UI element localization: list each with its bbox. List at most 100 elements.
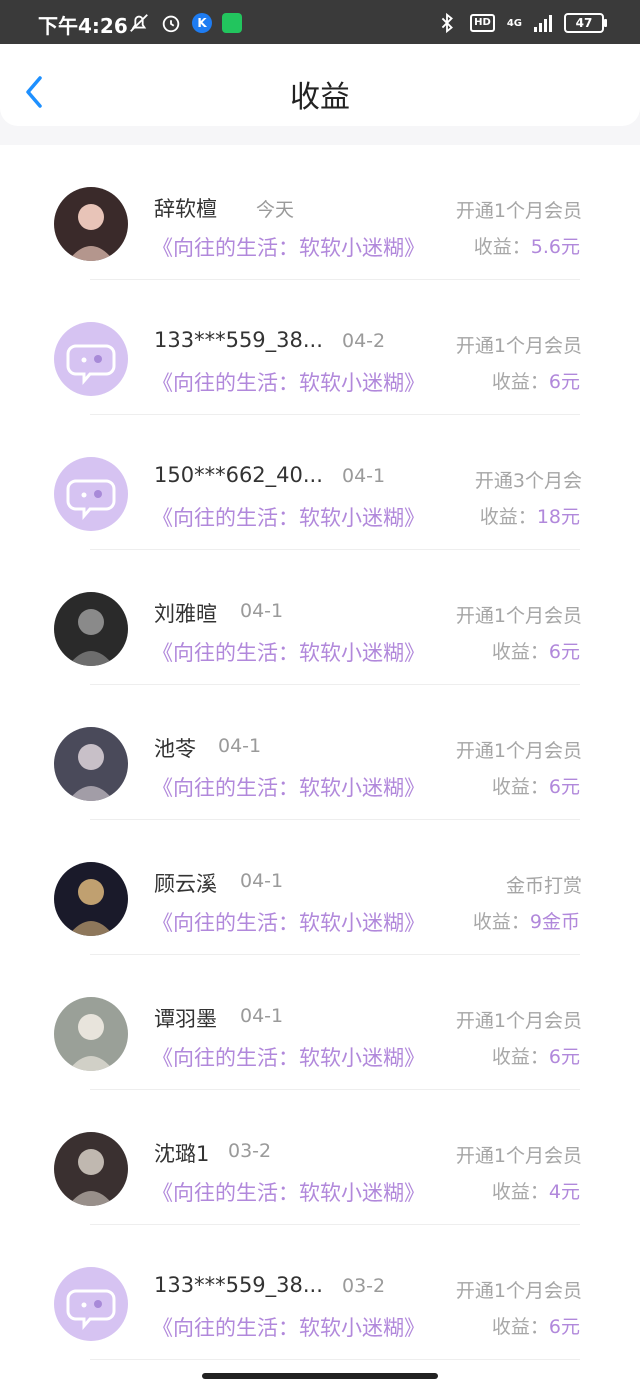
earning-amount: 18元 <box>536 506 580 528</box>
record-date: 04-1 <box>240 870 284 892</box>
earnings-list: 辞软檀 今天 《向往的生活：软软小迷糊》 开通1个月会员 收益：5.6元 133***55… <box>0 145 640 1387</box>
list-item[interactable]: 刘雅暄 04-1 《向往的生活：软软小迷糊》 开通1个月会员收益：6元 <box>0 550 640 685</box>
user-name: 刘雅暄 <box>154 602 217 626</box>
earning-amount-line: 收益：9金币 <box>473 907 580 934</box>
earning-type: 开通1个月会员 <box>455 605 582 627</box>
avatar[interactable] <box>54 592 128 666</box>
book-title: 《向往的生活：软软小迷糊》 <box>152 1046 425 1070</box>
earning-label: 收益： <box>491 776 549 798</box>
k-app-icon: K <box>192 13 212 33</box>
user-name: 150***662_40... <box>154 463 323 487</box>
network-type: 4G <box>506 17 522 29</box>
avatar[interactable] <box>54 1132 128 1206</box>
user-photo <box>54 187 128 261</box>
home-indicator <box>202 1373 438 1379</box>
earning-amount: 6元 <box>548 776 580 798</box>
earning-amount-line: 收益：18元 <box>480 502 580 529</box>
record-date: 03-2 <box>228 1140 272 1162</box>
earning-type: 开通1个月会员 <box>455 200 582 222</box>
battery-icon: 47 <box>564 13 607 33</box>
earning-amount-line: 收益：6元 <box>492 1312 580 1339</box>
earning-label: 收益： <box>473 236 531 258</box>
list-item[interactable]: 辞软檀 今天 《向往的生活：软软小迷糊》 开通1个月会员 收益：5.6元 <box>0 145 640 280</box>
chat-bubble-icon <box>66 344 116 386</box>
avatar[interactable] <box>54 997 128 1071</box>
user-name: 谭羽墨 <box>154 1007 217 1031</box>
status-bar: 下午4:26 K HD 4G 47 <box>0 0 640 44</box>
list-item[interactable]: 150***662_40... 04-1 《向往的生活：软软小迷糊》 开通3个月会收益… <box>0 415 640 550</box>
user-photo <box>54 862 128 936</box>
divider <box>90 1359 580 1360</box>
mute-icon <box>130 14 148 32</box>
record-date: 04-2 <box>342 330 386 352</box>
page-title: 收益 <box>290 80 350 115</box>
list-item[interactable]: 133***559_38... 03-2 《向往的生活：软软小迷糊》 开通1个月会员收… <box>0 1225 640 1360</box>
earning-amount-line: 收益：4元 <box>492 1177 580 1204</box>
avatar[interactable] <box>54 1267 128 1341</box>
earning-amount-line: 收益：6元 <box>492 637 580 664</box>
bluetooth-icon <box>441 12 454 34</box>
earning-type: 开通1个月会员 <box>455 335 582 357</box>
earning-type: 开通1个月会员 <box>455 1010 582 1032</box>
earning-amount-line: 收益：6元 <box>492 772 580 799</box>
user-name: 池苓 <box>154 737 196 761</box>
status-time: 下午4:26 <box>38 14 128 38</box>
chat-bubble-icon <box>66 479 116 521</box>
user-name: 辞软檀 <box>154 197 217 221</box>
earning-type: 金币打赏 <box>505 875 582 897</box>
avatar[interactable] <box>54 862 128 936</box>
list-item[interactable]: 池苓 04-1 《向往的生活：软软小迷糊》 开通1个月会员 收益：6元 <box>0 685 640 820</box>
earning-amount-line: 收益：5.6元 <box>474 232 580 259</box>
earning-label: 收益： <box>472 911 530 933</box>
earning-label: 收益： <box>479 506 537 528</box>
user-photo <box>54 997 128 1071</box>
book-title: 《向往的生活：软软小迷糊》 <box>152 371 425 395</box>
list-item[interactable]: 133***559_38... 04-2 《向往的生活：软软小迷糊》 开通1个月会员收… <box>0 280 640 415</box>
earning-type: 开通3个月会 <box>474 470 582 492</box>
avatar[interactable] <box>54 322 128 396</box>
record-date: 04-1 <box>218 735 262 757</box>
record-date: 今天 <box>256 199 295 221</box>
list-item[interactable]: 谭羽墨 04-1 《向往的生活：软软小迷糊》 开通1个月会员 收益：6元 <box>0 955 640 1090</box>
record-date: 04-1 <box>240 1005 284 1027</box>
earning-amount: 5.6元 <box>530 236 580 258</box>
status-system-icons: HD 4G 47 <box>436 12 607 34</box>
earning-amount-line: 收益：6元 <box>492 1042 580 1069</box>
list-item[interactable]: 沈璐1 03-2 《向往的生活：软软小迷糊》 开通1个月会员 收益：4元 <box>0 1090 640 1225</box>
earning-label: 收益： <box>491 1046 549 1068</box>
record-date: 04-1 <box>240 600 284 622</box>
hd-icon: HD <box>470 14 495 32</box>
book-title: 《向往的生活：软软小迷糊》 <box>152 506 425 530</box>
earning-amount: 6元 <box>548 1046 580 1068</box>
chat-bubble-icon <box>66 1289 116 1331</box>
earning-amount: 9金币 <box>529 911 580 933</box>
earning-label: 收益： <box>491 1316 549 1338</box>
book-title: 《向往的生活：软软小迷糊》 <box>152 1316 425 1340</box>
user-name: 沈璐1 <box>154 1142 210 1166</box>
book-title: 《向往的生活：软软小迷糊》 <box>152 1181 425 1205</box>
alarm-icon <box>162 15 180 33</box>
earning-amount-line: 收益：6元 <box>492 367 580 394</box>
book-title: 《向往的生活：软软小迷糊》 <box>152 641 425 665</box>
earning-label: 收益： <box>491 641 549 663</box>
earning-amount: 4元 <box>548 1181 580 1203</box>
list-item[interactable]: 顾云溪 04-1 《向往的生活：软软小迷糊》 金币打赏收益：9金币 <box>0 820 640 955</box>
avatar[interactable] <box>54 187 128 261</box>
avatar[interactable] <box>54 727 128 801</box>
user-name: 顾云溪 <box>154 872 217 896</box>
earning-amount: 6元 <box>548 371 580 393</box>
book-title: 《向往的生活：软软小迷糊》 <box>152 911 425 935</box>
user-photo <box>54 592 128 666</box>
earning-amount: 6元 <box>548 1316 580 1338</box>
user-name: 133***559_38... <box>154 328 323 352</box>
user-photo <box>54 1132 128 1206</box>
user-name: 133***559_38... <box>154 1273 323 1297</box>
header: 收益 <box>0 44 640 126</box>
earning-type: 开通1个月会员 <box>455 1280 582 1302</box>
status-notification-icons: K <box>128 12 242 34</box>
avatar[interactable] <box>54 457 128 531</box>
wechat-icon <box>222 13 242 33</box>
earning-label: 收益： <box>491 1181 549 1203</box>
earning-label: 收益： <box>491 371 549 393</box>
record-date: 04-1 <box>342 465 386 487</box>
